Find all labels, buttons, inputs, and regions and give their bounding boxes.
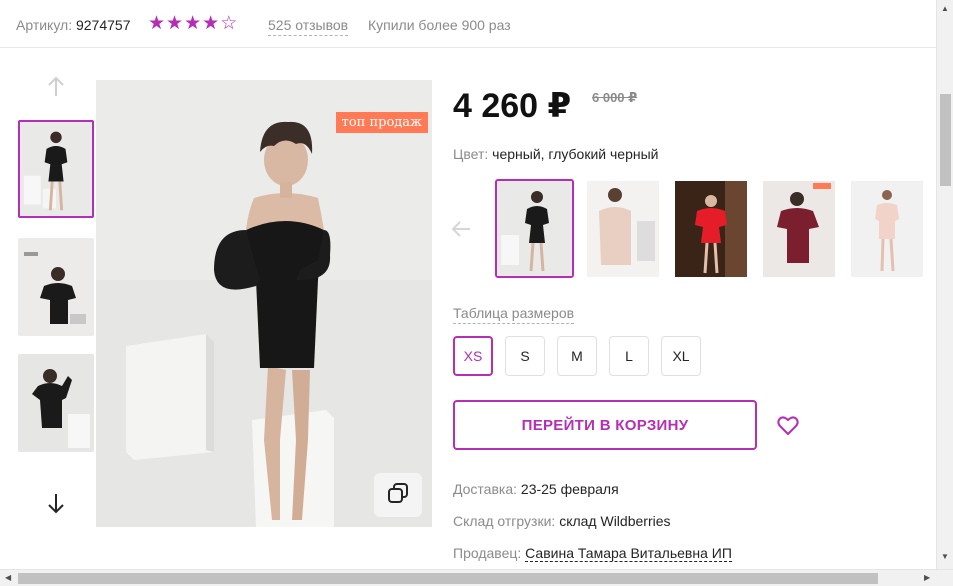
reviews-link[interactable]: 525 отзывов xyxy=(268,17,349,36)
warehouse-info: Склад отгрузки: склад Wildberries xyxy=(453,513,671,529)
scroll-right-icon[interactable]: ▶ xyxy=(924,573,930,582)
sku-label: Артикул: xyxy=(16,17,73,33)
size-option-xl[interactable]: XL xyxy=(661,336,701,376)
rating-stars[interactable]: ★★★★☆ xyxy=(148,14,238,34)
expand-button[interactable] xyxy=(374,473,422,517)
delivery-value: 23-25 февраля xyxy=(520,481,619,497)
horizontal-scrollbar[interactable]: ◀ ▶ xyxy=(0,569,953,586)
scroll-left-icon[interactable]: ◀ xyxy=(5,573,11,582)
sku-value: 9274757 xyxy=(75,17,131,33)
heart-icon[interactable] xyxy=(776,413,800,437)
delivery-info: Доставка: 23-25 февраля xyxy=(453,481,619,497)
color-option-beige[interactable] xyxy=(587,181,659,277)
bought-count: Купили более 900 раз xyxy=(368,17,511,33)
size-option-m[interactable]: M xyxy=(557,336,597,376)
old-price: 6 000 ₽ xyxy=(592,90,638,105)
color-value: черный, глубокий черный xyxy=(492,146,659,162)
star-outline-icon: ☆ xyxy=(220,13,239,34)
warehouse-value: склад Wildberries xyxy=(559,513,671,529)
product-meta-bar: Артикул: 9274757 ★★★★☆ 525 отзывов Купил… xyxy=(0,0,936,48)
size-option-s[interactable]: S xyxy=(505,336,545,376)
color-option-burgundy[interactable] xyxy=(763,181,835,277)
color-option-black[interactable] xyxy=(495,179,574,278)
arrow-up-icon[interactable] xyxy=(44,74,68,100)
color-option-red[interactable] xyxy=(675,181,747,277)
go-to-cart-button[interactable]: ПЕРЕЙТИ В КОРЗИНУ xyxy=(453,400,757,450)
star-icon: ★ xyxy=(184,13,203,34)
sku: Артикул: 9274757 xyxy=(16,17,131,33)
copy-expand-icon xyxy=(387,482,409,509)
size-selector: XS S M L XL xyxy=(453,336,701,376)
gallery-thumb-1[interactable] xyxy=(18,120,94,218)
arrow-left-icon[interactable] xyxy=(450,218,472,240)
warehouse-label: Склад отгрузки: xyxy=(453,513,556,529)
main-product-photo[interactable]: топ продаж xyxy=(96,80,432,527)
top-sales-badge: топ продаж xyxy=(335,112,428,133)
vertical-scrollbar[interactable]: ▲ ▼ xyxy=(936,0,953,569)
current-price: 4 260 ₽ xyxy=(453,87,572,125)
star-icon: ★ xyxy=(166,13,185,34)
color-line: Цвет: черный, глубокий черный xyxy=(453,146,658,162)
seller-info: Продавец: Савина Тамара Витальевна ИП xyxy=(453,545,732,562)
star-icon: ★ xyxy=(148,13,167,34)
horizontal-scroll-thumb[interactable] xyxy=(18,573,878,584)
gallery-thumb-2[interactable] xyxy=(18,238,94,336)
seller-link[interactable]: Савина Тамара Витальевна ИП xyxy=(525,545,732,562)
size-table-link[interactable]: Таблица размеров xyxy=(453,305,575,324)
gallery-thumb-3[interactable] xyxy=(18,354,94,452)
size-option-l[interactable]: L xyxy=(609,336,649,376)
arrow-down-icon[interactable] xyxy=(44,490,68,516)
scroll-down-icon[interactable]: ▼ xyxy=(941,552,949,561)
color-label: Цвет: xyxy=(453,146,489,162)
size-option-xs[interactable]: XS xyxy=(453,336,493,376)
seller-label: Продавец: xyxy=(453,545,522,561)
delivery-label: Доставка: xyxy=(453,481,518,497)
vertical-scroll-thumb[interactable] xyxy=(940,94,951,186)
star-icon: ★ xyxy=(202,13,221,34)
scroll-up-icon[interactable]: ▲ xyxy=(941,4,949,13)
color-option-pink[interactable] xyxy=(851,181,923,277)
